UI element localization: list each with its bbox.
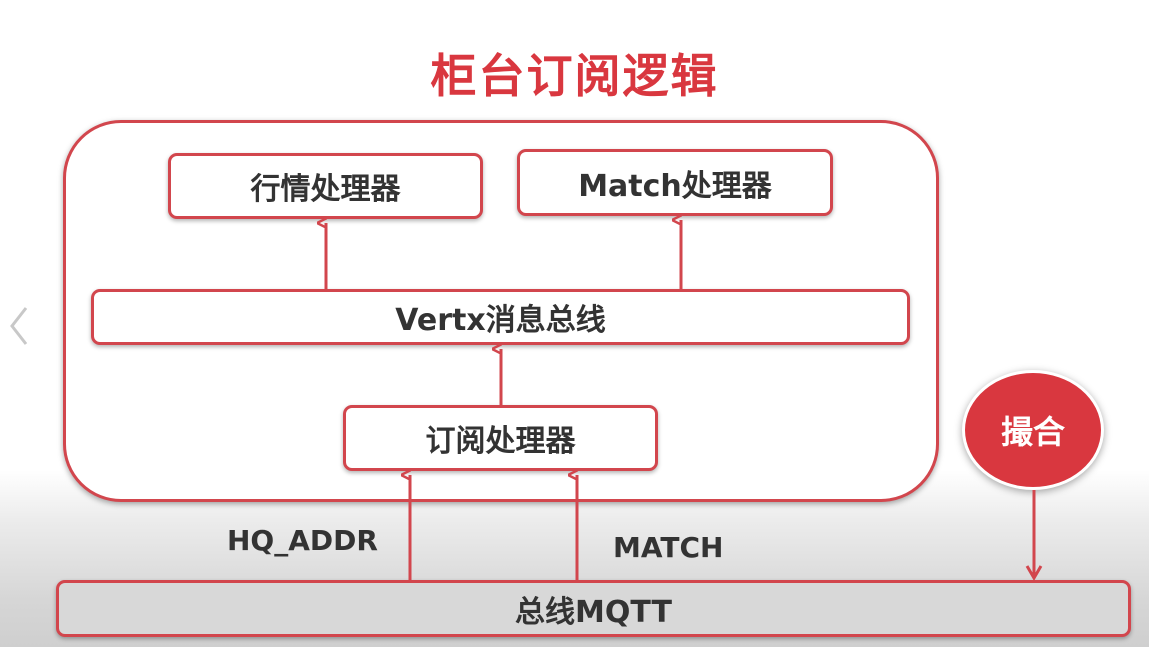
chevron-left-icon[interactable] — [6, 300, 32, 352]
edge-label-match: MATCH — [613, 531, 724, 564]
matching-node: 撮合 — [962, 370, 1104, 490]
diagram-title: 柜台订阅逻辑 — [430, 49, 719, 103]
match-processor-node: Match处理器 — [517, 149, 833, 216]
hq-processor-node: 行情处理器 — [168, 153, 483, 219]
subscribe-processor-node: 订阅处理器 — [343, 405, 658, 471]
vertx-bus-node: Vertx消息总线 — [91, 289, 910, 345]
mqtt-bus-node: 总线MQTT — [56, 580, 1131, 637]
edge-label-hq-addr: HQ_ADDR — [227, 524, 378, 557]
